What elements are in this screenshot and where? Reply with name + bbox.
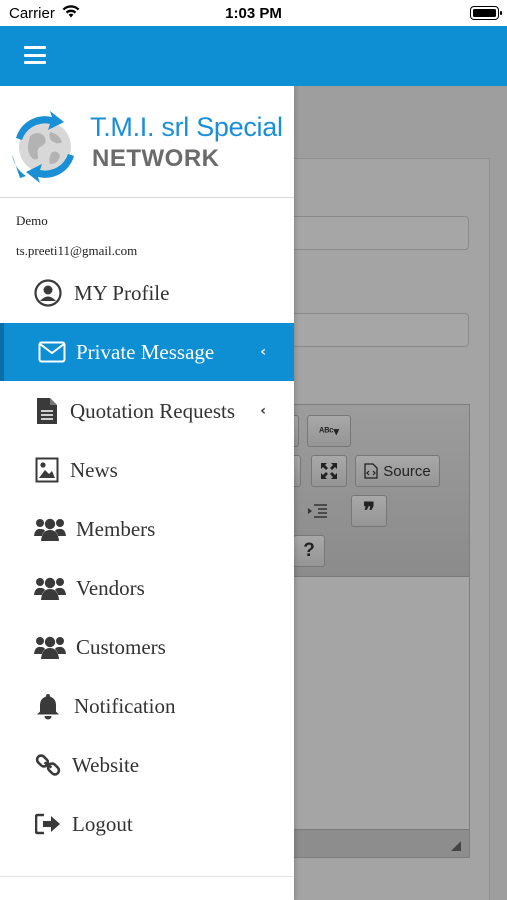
menu-item-members[interactable]: Members (0, 500, 294, 558)
logo-title: T.M.I. srl Special (90, 112, 283, 142)
resize-handle-icon[interactable] (451, 841, 461, 851)
menu-item-news[interactable]: News (0, 441, 294, 499)
menu-item-label: Private Message (76, 339, 215, 364)
menu-item-website[interactable]: Website (0, 736, 294, 794)
battery-icon (470, 6, 502, 20)
divider (0, 876, 294, 877)
blockquote-icon[interactable]: ❞ (351, 495, 387, 527)
menu-item-customers[interactable]: Customers (0, 618, 294, 676)
user-name: Demo (16, 213, 48, 228)
menu-item-label: Members (76, 516, 156, 541)
menu-item-my-profile[interactable]: MY Profile (0, 264, 294, 322)
users-icon (34, 634, 66, 660)
menu-item-vendors[interactable]: Vendors (0, 559, 294, 617)
menu-item-label: Quotation Requests (70, 398, 236, 423)
menu-item-label: Website (72, 752, 140, 777)
link-icon (35, 752, 61, 778)
navigation-drawer: T.M.I. srl Special NETWORK Demo ts.preet… (0, 86, 294, 900)
envelope-icon (38, 341, 66, 363)
hamburger-icon[interactable] (24, 46, 46, 64)
spellcheck-icon[interactable]: ᴬᴮᶜ▾ (307, 415, 351, 447)
menu-item-label: MY Profile (74, 280, 170, 305)
status-bar: Carrier 1:03 PM (0, 0, 507, 26)
source-label: Source (383, 462, 431, 480)
user-circle-icon (34, 279, 62, 307)
app-bar (0, 26, 507, 86)
menu-item-notification[interactable]: Notification (0, 677, 294, 735)
chevron-left-icon: ‹ (260, 403, 266, 419)
user-email: ts.preeti11@gmail.com (16, 243, 138, 258)
menu-item-quotation-requests[interactable]: Quotation Requests ‹ (0, 382, 294, 440)
chevron-left-icon: ‹ (260, 344, 266, 360)
menu-item-label: Notification (74, 693, 176, 718)
source-button[interactable]: Source (355, 455, 440, 487)
image-icon (35, 457, 59, 483)
menu-item-label: Logout (72, 811, 133, 836)
clock: 1:03 PM (225, 5, 282, 22)
document-icon (36, 397, 58, 425)
menu-item-label: Customers (76, 634, 166, 659)
bell-icon (36, 693, 60, 720)
users-icon (34, 516, 66, 542)
menu-item-logout[interactable]: Logout (0, 795, 294, 853)
globe-arrows-icon (8, 110, 82, 189)
logo-subtitle: NETWORK (92, 145, 220, 172)
maximize-icon[interactable] (311, 455, 347, 487)
menu-item-label: Vendors (76, 575, 145, 600)
menu-item-private-message[interactable]: Private Message ‹ (0, 323, 294, 381)
menu-item-label: News (70, 457, 118, 482)
logout-icon (35, 813, 61, 835)
users-icon (34, 575, 66, 601)
logo-header: T.M.I. srl Special NETWORK (0, 86, 294, 198)
help-icon[interactable]: ? (293, 535, 325, 567)
